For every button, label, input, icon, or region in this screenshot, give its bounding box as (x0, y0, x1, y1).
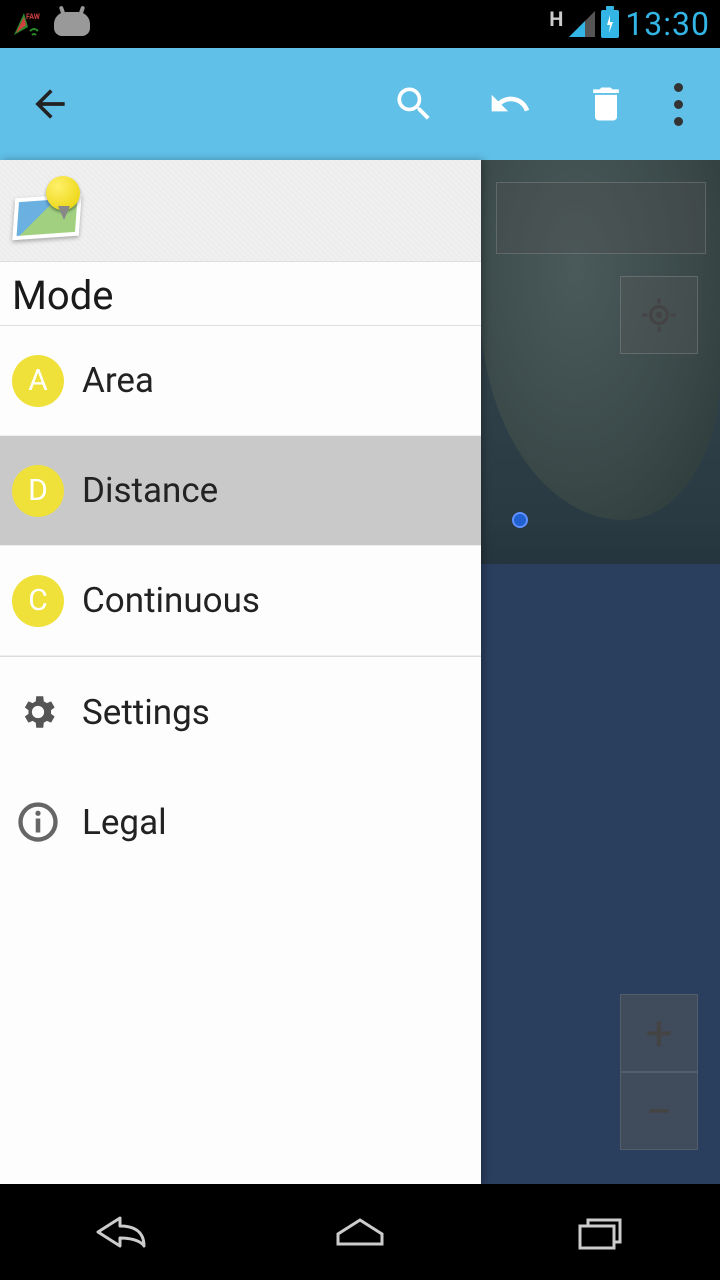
menu-item-label: Legal (82, 802, 167, 843)
nav-home-button[interactable] (300, 1204, 420, 1260)
gear-icon (12, 686, 64, 738)
nav-recents-button[interactable] (540, 1204, 660, 1260)
overflow-menu-button[interactable] (654, 83, 702, 126)
menu-item-settings[interactable]: Settings (0, 657, 481, 767)
gps-status-icon: FAW (10, 9, 46, 39)
badge-icon: D (12, 465, 64, 517)
badge-icon: C (12, 575, 64, 627)
menu-item-label: Distance (82, 470, 218, 511)
location-marker (512, 512, 528, 528)
clock: 13:30 (625, 5, 710, 43)
menu-item-legal[interactable]: Legal (0, 767, 481, 877)
menu-item-label: Area (82, 360, 154, 401)
my-location-button[interactable] (620, 276, 698, 354)
app-logo-icon (10, 176, 90, 246)
menu-item-label: Continuous (82, 580, 260, 621)
badge-icon: A (12, 355, 64, 407)
content-area: + − Mode A Area D Distance C Continuous (0, 160, 720, 1184)
undo-button[interactable] (462, 72, 558, 136)
system-nav-bar (0, 1184, 720, 1280)
android-debug-icon (54, 12, 90, 36)
menu-item-label: Settings (82, 692, 210, 733)
navigation-drawer: Mode A Area D Distance C Continuous Sett… (0, 160, 481, 1184)
delete-button[interactable] (558, 72, 654, 136)
back-button[interactable] (18, 72, 82, 136)
mode-item-area[interactable]: A Area (0, 326, 481, 436)
nav-back-button[interactable] (60, 1204, 180, 1260)
zoom-in-button[interactable]: + (620, 994, 698, 1072)
zoom-controls: + − (620, 994, 698, 1150)
signal-strength-icon (569, 11, 595, 37)
info-icon (12, 796, 64, 848)
svg-text:FAW: FAW (26, 13, 41, 21)
battery-charging-icon (601, 10, 619, 38)
search-button[interactable] (366, 72, 462, 136)
mode-item-distance[interactable]: D Distance (0, 436, 481, 546)
status-bar: FAW H 13:30 (0, 0, 720, 48)
mode-item-continuous[interactable]: C Continuous (0, 546, 481, 656)
action-bar (0, 48, 720, 160)
map-search-box[interactable] (496, 182, 706, 254)
drawer-header (0, 160, 481, 262)
zoom-out-button[interactable]: − (620, 1072, 698, 1150)
network-type-indicator: H (549, 7, 563, 31)
section-title-mode: Mode (0, 262, 481, 326)
